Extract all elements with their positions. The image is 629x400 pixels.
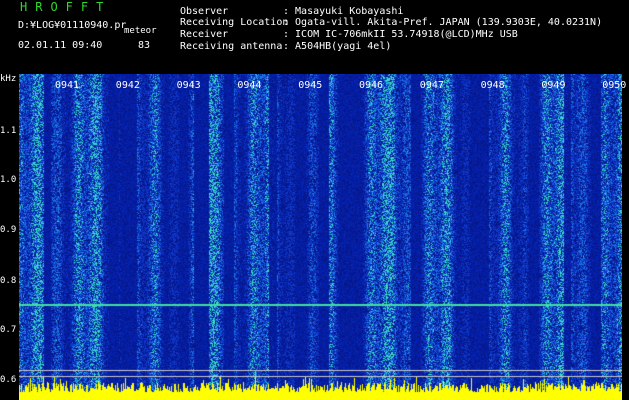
mode-label: meteor: [124, 26, 157, 36]
app-title: HROFFT: [20, 0, 112, 14]
x-tick-label: 0945: [298, 80, 323, 91]
x-tick-label: 0941: [55, 80, 80, 91]
x-tick-label: 0947: [419, 80, 444, 91]
x-tick-label: 0942: [115, 80, 140, 91]
detection-count: 83: [138, 40, 151, 51]
x-tick-label: 0950: [602, 80, 627, 91]
x-tick-label: 0948: [480, 80, 505, 91]
header-panel: HROFFT D:¥LOG¥01110940.pr meteor 02.01.1…: [0, 0, 629, 74]
file-path: D:¥LOG¥01110940.pr: [18, 20, 127, 31]
antenna-value: : A504HB(yagi 4el): [283, 41, 392, 52]
y-tick-label: 1.1: [0, 126, 17, 136]
receiver-value: : ICOM IC-706mkII 53.74918(@LCD)MHz USB: [283, 29, 518, 40]
observer-label: Observer: [180, 6, 229, 17]
spectrogram-canvas: [19, 74, 622, 400]
y-tick-label: 0.6: [0, 375, 17, 385]
y-axis: 1.1 1.0 0.9 0.8 0.7 0.6: [0, 74, 19, 400]
datetime: 02.01.11 09:40: [18, 40, 103, 51]
x-tick-label: 0946: [359, 80, 384, 91]
location-label: Receiving Location: [180, 17, 289, 28]
x-tick-label: 0944: [237, 80, 262, 91]
x-tick-label: 0949: [541, 80, 566, 91]
y-tick-label: 0.8: [0, 276, 17, 286]
antenna-label: Receiving antenna: [180, 41, 283, 52]
spectrogram-panel: [19, 74, 622, 400]
y-tick-label: 0.7: [0, 325, 17, 335]
location-value: : Ogata-vill. Akita-Pref. JAPAN (139.930…: [283, 17, 603, 28]
observer-value: : Masayuki Kobayashi: [283, 6, 404, 17]
y-tick-label: 1.0: [0, 175, 17, 185]
receiver-label: Receiver: [180, 29, 229, 40]
y-tick-label: 0.9: [0, 225, 17, 235]
x-tick-label: 0943: [176, 80, 201, 91]
